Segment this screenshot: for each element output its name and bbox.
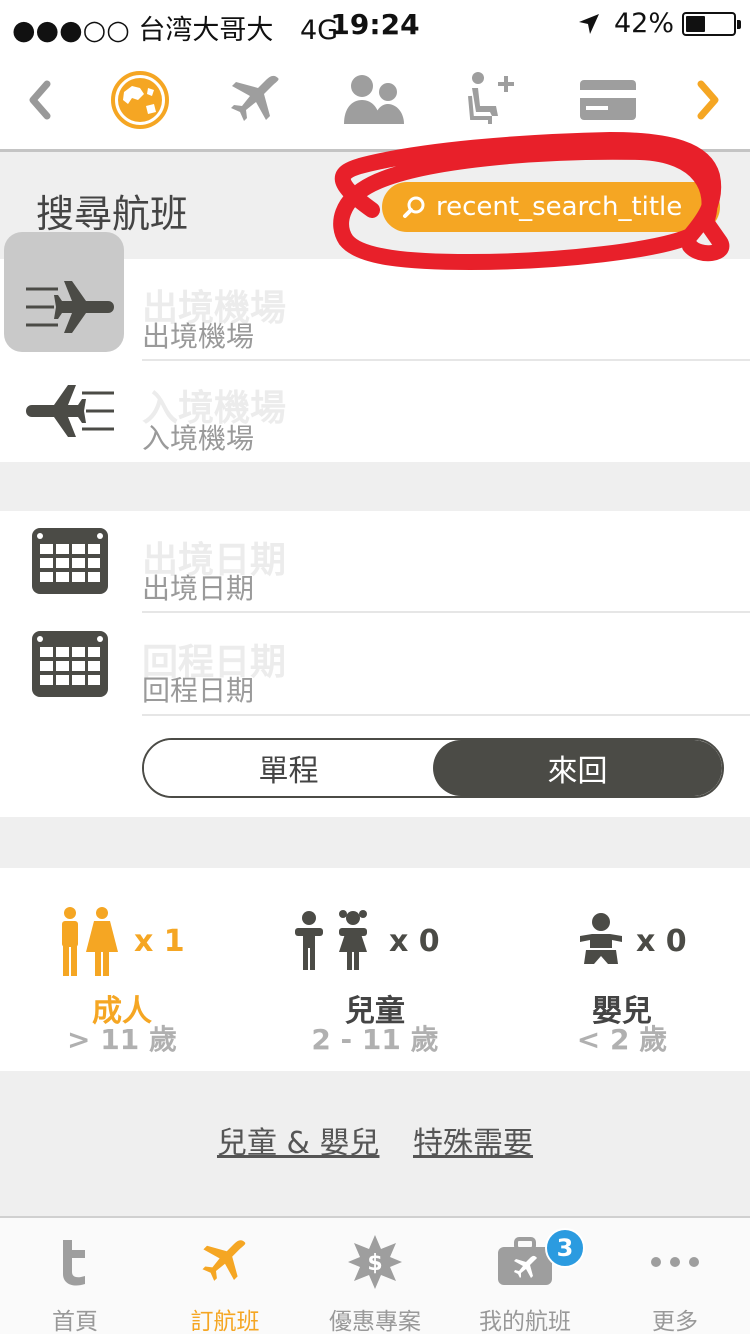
location-arrow-icon [578,13,599,34]
notification-badge: 3 [545,1228,585,1268]
departure-plane-icon [24,277,116,341]
row-divider [142,714,750,716]
battery-cap [737,19,741,29]
one-way-option[interactable]: 單程 [144,740,433,796]
info-links: 兒童 & 嬰兒 特殊需要 [0,1118,750,1162]
calendar-icon [32,631,108,701]
return-date-label: 回程日期 [142,674,255,707]
tab-label: 首頁 [52,1309,98,1334]
calendar-icon [32,528,108,598]
departure-date-row[interactable]: 出境日期 出境日期 [0,511,750,613]
departure-airport-label: 出境機場 [142,320,255,353]
tab-home[interactable]: 首頁 [0,1218,150,1334]
infant-icon [580,913,622,964]
battery-fill [686,15,705,32]
top-nav [0,50,750,152]
adult-age-range: > 11 歲 [67,1023,177,1056]
infant-age-range: < 2 歲 [576,1023,668,1056]
adult-count: x 1 [134,924,185,959]
adult-passenger-selector[interactable]: x 1 成人 > 11 歲 [22,868,222,1071]
status-right: 42% [578,8,741,39]
airplane-icon [195,1232,255,1292]
children-infants-link[interactable]: 兒童 & 嬰兒 [217,1126,379,1161]
home-t-icon [45,1232,105,1292]
tab-bar: 首頁 訂航班 $ 優惠專案 3 我的航班 更多 [0,1216,750,1334]
adult-icon [62,907,118,976]
arrival-airport-label: 入境機場 [142,422,255,455]
round-trip-option[interactable]: 來回 [433,740,722,796]
infant-count: x 0 [636,924,687,959]
seat-plus-icon[interactable] [460,70,524,130]
svg-text:$: $ [367,1251,382,1276]
tab-label: 訂航班 [190,1309,260,1334]
tab-label: 我的航班 [479,1309,571,1334]
arrival-airport-row[interactable]: 入境機場 入境機場 [0,361,750,462]
airport-card: 出境機場 出境機場 入境機場 入境機場 [0,232,750,462]
departure-airport-row[interactable]: 出境機場 出境機場 [0,232,750,361]
passengers-icon[interactable] [342,70,406,130]
child-icon [295,910,367,970]
tab-label: 更多 [652,1309,698,1334]
date-card: 出境日期 出境日期 回程日期 回程日期 單程 來回 [0,511,750,817]
tab-book-flight[interactable]: 訂航班 [150,1218,300,1334]
child-age-range: 2 - 11 歲 [311,1023,439,1056]
more-dots-icon [645,1232,705,1292]
chevron-right-icon[interactable] [676,70,740,130]
credit-card-icon[interactable] [576,70,640,130]
status-bar: ●●●○○ 台湾大哥大 4G 19:24 42% [0,0,750,50]
deals-star-icon: $ [345,1232,405,1292]
special-needs-link[interactable]: 特殊需要 [413,1126,533,1161]
battery-icon [682,11,741,36]
tab-label: 優惠專案 [329,1309,421,1334]
page-title: 搜尋航班 [36,192,189,236]
trip-type-toggle: 單程 來回 [142,738,724,798]
tab-my-flights[interactable]: 3 我的航班 [450,1218,600,1334]
arrival-plane-icon [24,383,116,443]
tab-more[interactable]: 更多 [600,1218,750,1334]
child-passenger-selector[interactable]: x 0 兒童 2 - 11 歲 [275,868,475,1071]
battery-percent: 42% [613,8,674,39]
infant-passenger-selector[interactable]: x 0 嬰兒 < 2 歲 [522,868,722,1071]
passenger-card: x 1 成人 > 11 歲 x 0 兒童 2 - 11 歲 x 0 嬰兒 < 2… [0,868,750,1071]
tab-deals[interactable]: $ 優惠專案 [300,1218,450,1334]
recent-search-button[interactable]: recent_search_title [382,182,720,232]
search-icon [403,196,425,218]
globe-icon[interactable] [108,70,172,130]
chevron-left-icon[interactable] [8,70,72,130]
airplane-icon[interactable] [224,70,288,130]
child-count: x 0 [389,924,440,959]
return-date-row[interactable]: 回程日期 回程日期 [0,613,750,716]
recent-search-label: recent_search_title [436,192,683,222]
departure-date-label: 出境日期 [142,572,255,605]
